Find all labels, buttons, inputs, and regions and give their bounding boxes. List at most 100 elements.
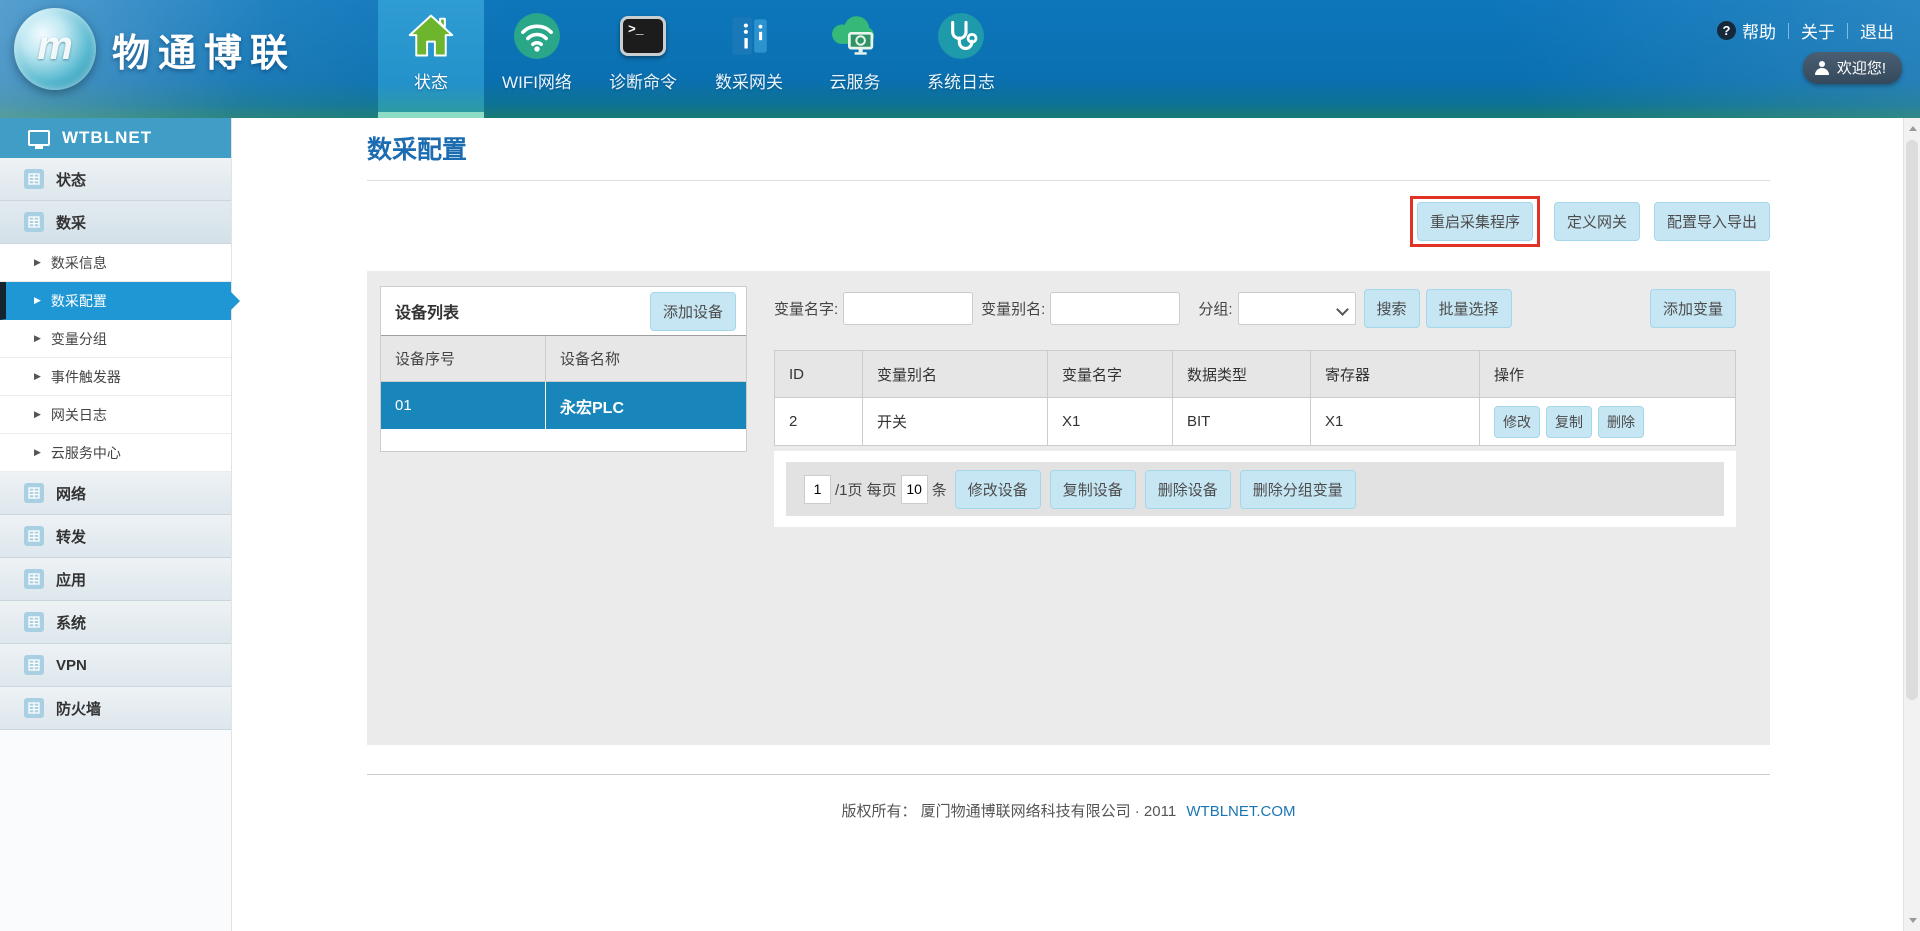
sidebar-item-daq-config[interactable]: ▶ 数采配置 — [0, 282, 231, 320]
nav-item-status[interactable]: 状态 — [378, 0, 484, 118]
device-name-cell: 永宏PLC — [546, 382, 746, 429]
sidebar-item-vpn[interactable]: VPN — [0, 644, 231, 687]
nav-item-wifi[interactable]: WIFI网络 — [484, 0, 590, 118]
restart-collector-button[interactable]: 重启采集程序 — [1417, 202, 1533, 241]
delete-variable-button[interactable]: 删除 — [1598, 406, 1644, 438]
logout-link[interactable]: 退出 — [1860, 18, 1894, 43]
caret-icon: ▶ — [34, 333, 41, 344]
scroll-down-arrow[interactable] — [1904, 912, 1920, 929]
delete-device-button[interactable]: 删除设备 — [1145, 470, 1231, 509]
device-table-header: 设备序号 设备名称 — [381, 335, 746, 382]
nav-item-diagnostics[interactable]: >_ 诊断命令 — [590, 0, 696, 118]
about-link[interactable]: 关于 — [1801, 18, 1835, 43]
monitor-icon — [28, 130, 50, 146]
vertical-scrollbar[interactable] — [1903, 118, 1920, 931]
nav-item-syslog[interactable]: 系统日志 — [908, 0, 1014, 118]
sidebar-item-var-group[interactable]: ▶ 变量分组 — [0, 320, 231, 358]
grid-icon — [24, 698, 44, 718]
sidebar-item-forward[interactable]: 转发 — [0, 515, 231, 558]
group-select[interactable] — [1238, 292, 1356, 325]
copy-device-button[interactable]: 复制设备 — [1050, 470, 1136, 509]
pagination-bar: /1页 每页 条 修改设备 复制设备 删除设备 删除分组变量 — [786, 462, 1724, 516]
var-alias-label: 变量别名: — [981, 298, 1045, 319]
cell-type: BIT — [1173, 398, 1311, 446]
link-separator — [1847, 23, 1848, 39]
add-device-button[interactable]: 添加设备 — [650, 292, 736, 331]
page-size-input[interactable] — [901, 475, 928, 504]
define-gateway-button[interactable]: 定义网关 — [1554, 202, 1640, 241]
welcome-badge[interactable]: 欢迎您! — [1803, 52, 1902, 84]
col-name: 变量名字 — [1048, 351, 1173, 398]
nav-item-gateway[interactable]: 数采网关 — [696, 0, 802, 118]
sidebar-item-apps[interactable]: 应用 — [0, 558, 231, 601]
var-name-input[interactable] — [843, 292, 973, 325]
caret-icon: ▶ — [34, 447, 41, 458]
variables-section: 变量名字: 变量别名: 分组: 搜索 批量选择 添加变量 — [774, 286, 1736, 745]
add-variable-button[interactable]: 添加变量 — [1650, 289, 1736, 328]
col-actions: 操作 — [1480, 351, 1736, 398]
main-content: 数采配置 重启采集程序 定义网关 配置导入导出 设备列表 添加设备 设备序号 设… — [232, 118, 1920, 931]
copy-variable-button[interactable]: 复制 — [1546, 406, 1592, 438]
grid-icon — [24, 612, 44, 632]
top-nav: 状态 WIFI网络 >_ 诊断命令 — [378, 0, 1014, 118]
device-no-cell: 01 — [381, 382, 546, 429]
grid-icon — [24, 212, 44, 232]
delete-group-vars-button[interactable]: 删除分组变量 — [1240, 470, 1356, 509]
caret-icon: ▶ — [34, 257, 41, 268]
grid-icon — [24, 569, 44, 589]
sidebar-item-status[interactable]: 状态 — [0, 158, 231, 201]
sidebar-item-network[interactable]: 网络 — [0, 472, 231, 515]
variable-table-header: ID 变量别名 变量名字 数据类型 寄存器 操作 — [775, 351, 1736, 398]
user-icon — [1815, 61, 1829, 75]
caret-icon: ▶ — [34, 371, 41, 382]
copyright-text: 版权所有： 厦门物通博联网络科技有限公司 · 2011 — [841, 803, 1176, 820]
app-header: m 物通博联 状态 WIFI网络 — [0, 0, 1920, 118]
sidebar-item-daq-info[interactable]: ▶ 数采信息 — [0, 244, 231, 282]
edit-device-button[interactable]: 修改设备 — [955, 470, 1041, 509]
sidebar-item-cloud-center[interactable]: ▶ 云服务中心 — [0, 434, 231, 472]
cell-name: X1 — [1048, 398, 1173, 446]
sidebar-item-daq[interactable]: 数采 — [0, 201, 231, 244]
grid-icon — [24, 655, 44, 675]
wtblnet-link[interactable]: WTBLNET.COM — [1186, 803, 1295, 820]
config-import-export-button[interactable]: 配置导入导出 — [1654, 202, 1770, 241]
scroll-up-arrow[interactable] — [1904, 120, 1920, 137]
var-alias-input[interactable] — [1050, 292, 1180, 325]
batch-select-button[interactable]: 批量选择 — [1426, 289, 1512, 328]
caret-icon: ▶ — [34, 409, 41, 420]
sidebar-item-system[interactable]: 系统 — [0, 601, 231, 644]
brand-logo: m 物通博联 — [14, 8, 296, 90]
sidebar-item-gateway-log[interactable]: ▶ 网关日志 — [0, 396, 231, 434]
variable-table: ID 变量别名 变量名字 数据类型 寄存器 操作 2 开关 X1 — [774, 350, 1736, 446]
col-type: 数据类型 — [1173, 351, 1311, 398]
device-name-header: 设备名称 — [546, 336, 746, 381]
group-label: 分组: — [1198, 298, 1232, 319]
toolbar: 重启采集程序 定义网关 配置导入导出 — [367, 197, 1770, 245]
sidebar-item-firewall[interactable]: 防火墙 — [0, 687, 231, 730]
grid-icon — [24, 169, 44, 189]
page-number-input[interactable] — [804, 475, 831, 504]
sidebar-item-event-trigger[interactable]: ▶ 事件触发器 — [0, 358, 231, 396]
help-link[interactable]: ? 帮助 — [1717, 18, 1776, 43]
device-row-selected[interactable]: 01 永宏PLC — [381, 382, 746, 429]
unit-text: 条 — [932, 479, 947, 500]
stethoscope-icon — [934, 9, 988, 63]
cell-register: X1 — [1311, 398, 1480, 446]
device-empty-row — [381, 429, 746, 451]
col-alias: 变量别名 — [863, 351, 1048, 398]
footer: 版权所有： 厦门物通博联网络科技有限公司 · 2011 WTBLNET.COM — [367, 800, 1770, 821]
edit-variable-button[interactable]: 修改 — [1494, 406, 1540, 438]
device-no-header: 设备序号 — [381, 336, 546, 381]
grid-icon — [24, 483, 44, 503]
device-list-title: 设备列表 — [395, 299, 459, 323]
cell-id: 2 — [775, 398, 863, 446]
scrollbar-thumb[interactable] — [1906, 140, 1918, 700]
link-separator — [1788, 23, 1789, 39]
pagination-container: /1页 每页 条 修改设备 复制设备 删除设备 删除分组变量 — [774, 451, 1736, 527]
footer-divider — [367, 774, 1770, 775]
search-button[interactable]: 搜索 — [1364, 289, 1420, 328]
nav-item-cloud[interactable]: 云服务 — [802, 0, 908, 118]
gateway-icon — [722, 9, 776, 63]
variable-row: 2 开关 X1 BIT X1 修改 复制 删除 — [775, 398, 1736, 446]
col-register: 寄存器 — [1311, 351, 1480, 398]
